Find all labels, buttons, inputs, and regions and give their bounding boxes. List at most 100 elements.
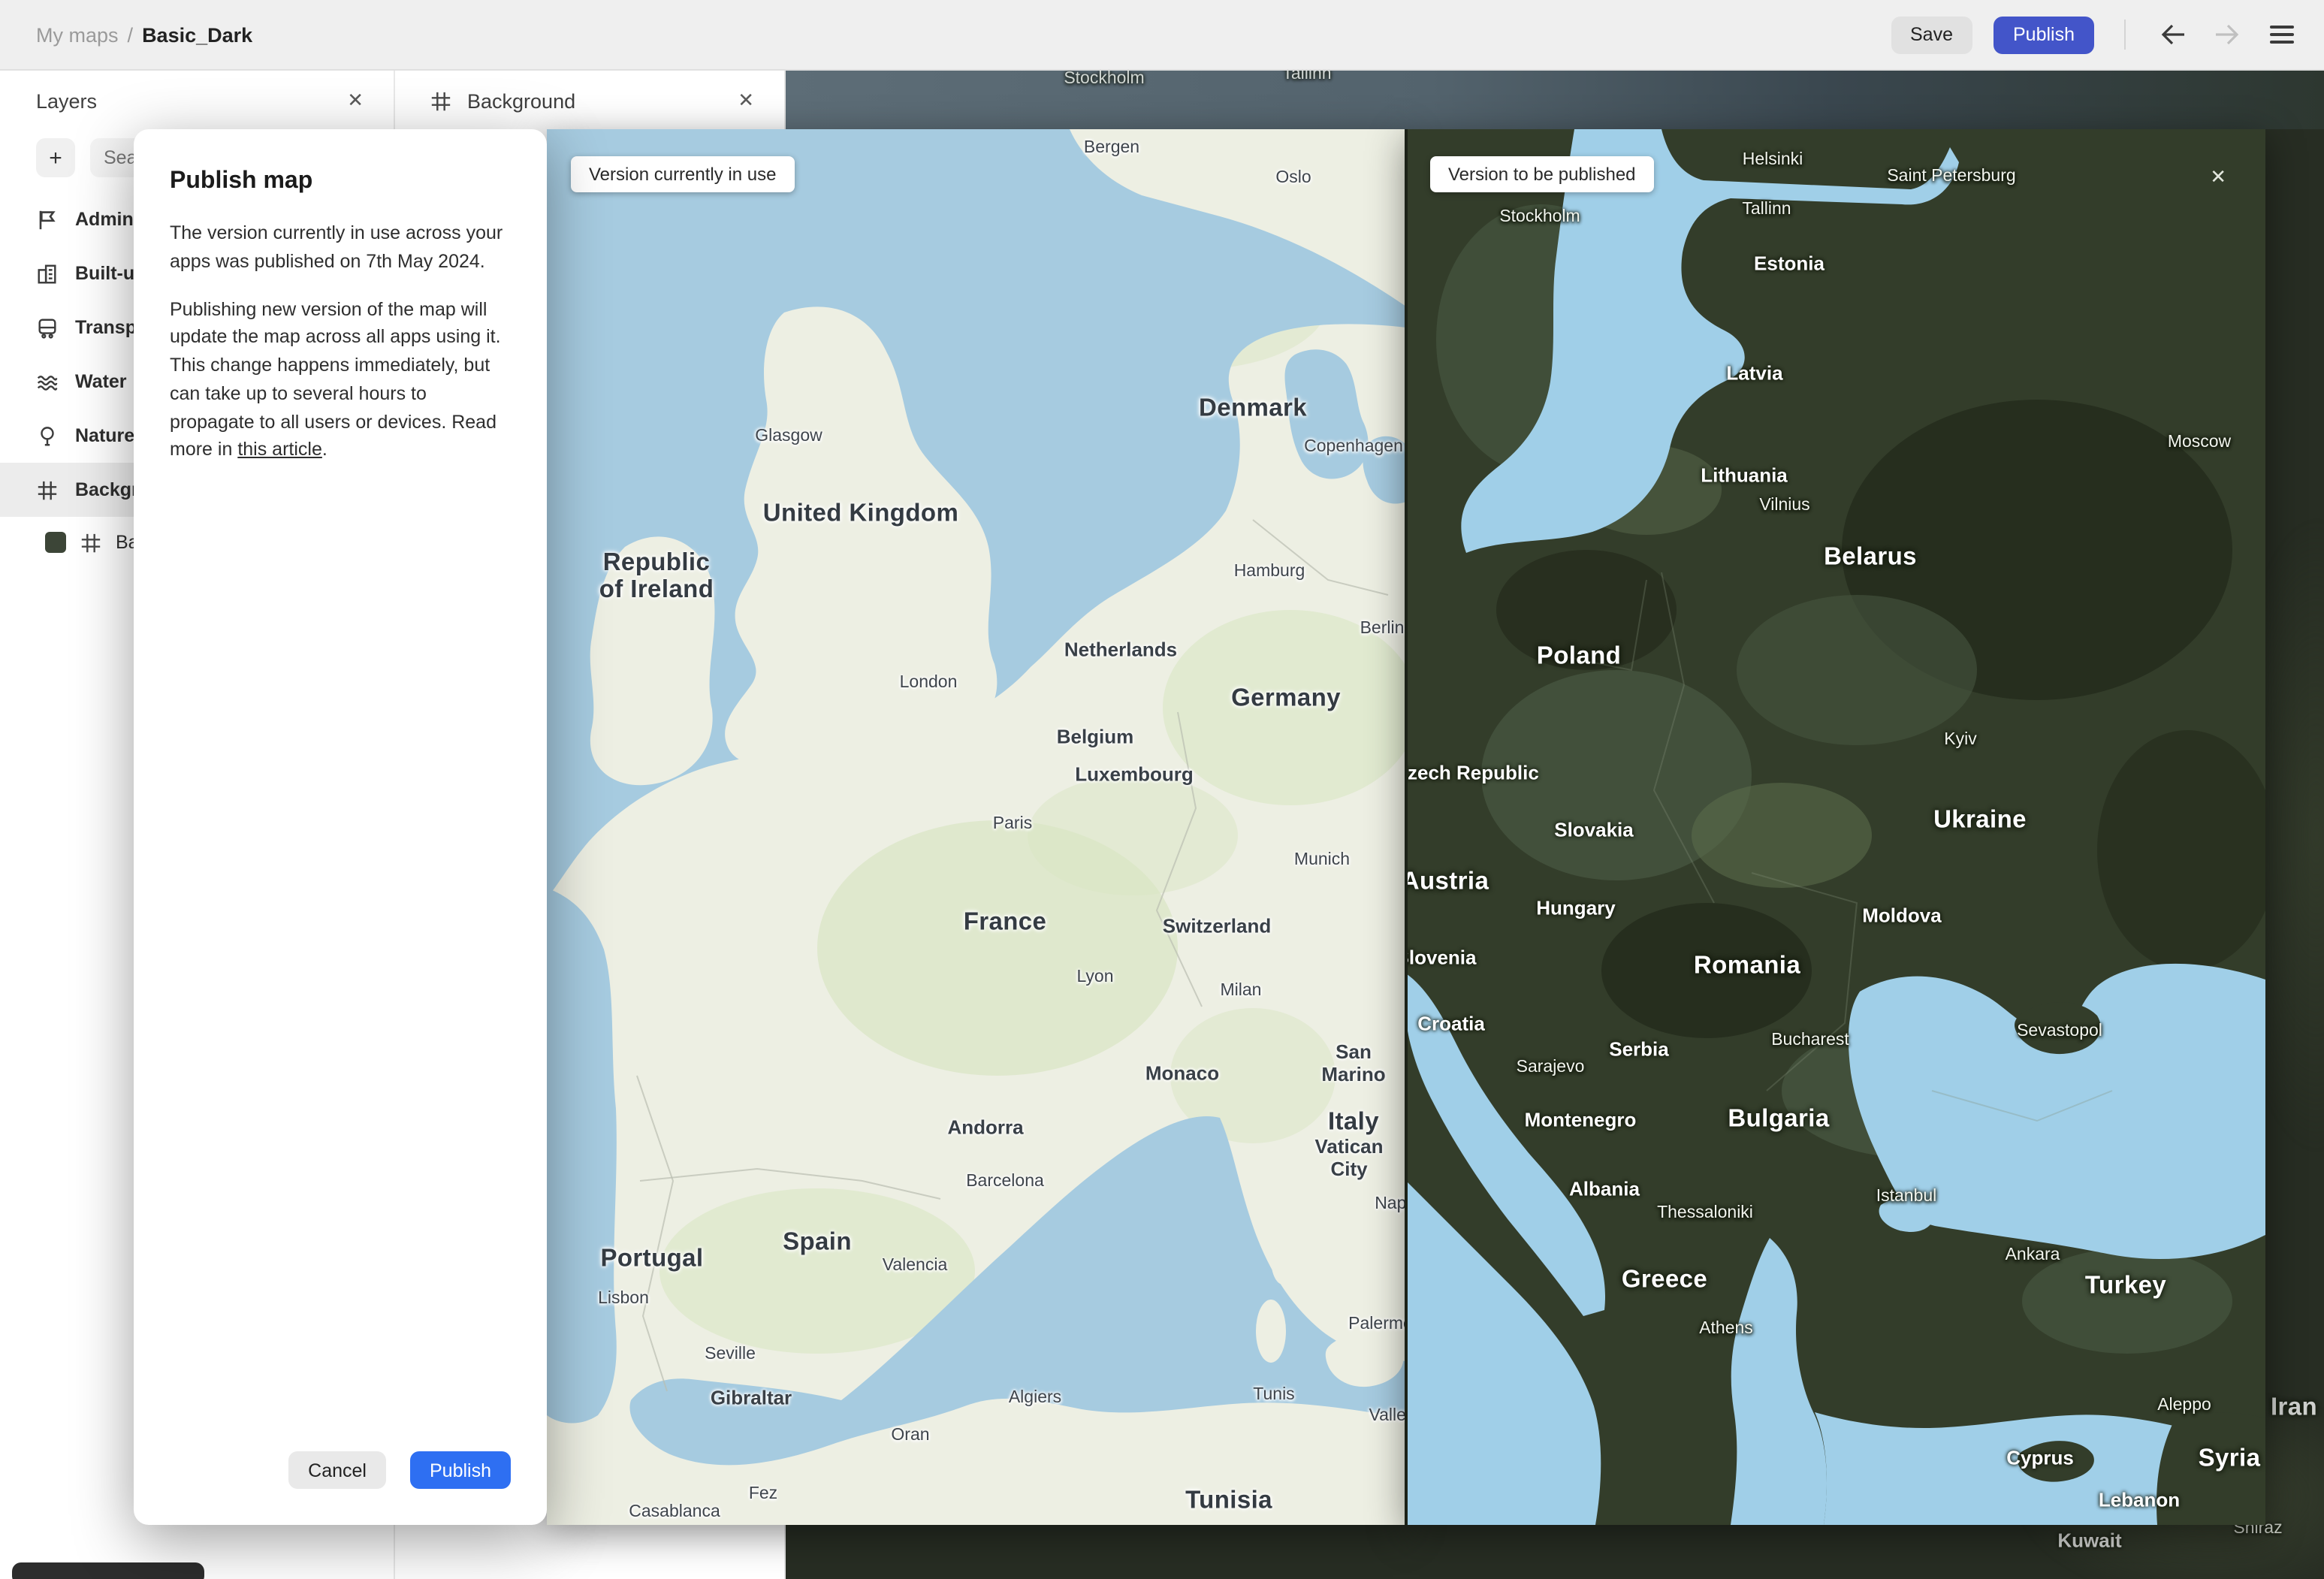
map-label-estonia: Estonia (1754, 252, 1824, 275)
map-label-istanbul: Istanbul (1876, 1188, 1937, 1206)
background-close-icon[interactable]: ✕ (732, 83, 760, 119)
publish-dialog-paragraph-1: The version currently in use across your… (170, 222, 503, 272)
map-label-hungary: Hungary (1536, 896, 1616, 919)
dark-map-labels: Helsinki Saint Petersburg Tallinn Stockholm… (1406, 129, 2265, 1525)
close-compare-button[interactable]: ✕ (2210, 165, 2226, 189)
map-label-germany: Germany (1231, 684, 1341, 712)
map-label-bergen: Bergen (1083, 139, 1140, 158)
cancel-button[interactable]: Cancel (288, 1451, 386, 1489)
map-label-glasgow: Glasgow (755, 427, 822, 446)
grid-icon (80, 531, 102, 554)
map-label-vilnius: Vilnius (1759, 497, 1810, 515)
map-preview-current[interactable]: Bergen Oslo Glasgow Copenhagen Denmark United… (547, 129, 1406, 1525)
map-label-athens: Athens (1699, 1320, 1753, 1339)
map-label-netherlands: Netherlands (1064, 638, 1178, 661)
waves-icon (36, 370, 59, 393)
menu-icon[interactable] (2264, 20, 2300, 50)
map-label-czech-republic: Czech Republic (1406, 761, 1539, 784)
breadcrumb-separator: / (127, 23, 134, 46)
dialog-publish-button[interactable]: Publish (410, 1451, 511, 1489)
map-label-saint-petersburg: Saint Petersburg (1887, 168, 2016, 186)
map-label-sevastopol: Sevastopol (2017, 1022, 2102, 1041)
map-label-barcelona: Barcelona (966, 1173, 1044, 1191)
layer-label: Nature (75, 425, 135, 446)
map-label-montenegro: Montenegro (1524, 1108, 1637, 1131)
map-label-belarus: Belarus (1824, 543, 1917, 571)
map-label-palermo: Palermo (1348, 1315, 1406, 1334)
map-label-spain: Spain (783, 1228, 852, 1256)
undo-back-arrow[interactable] (2156, 18, 2189, 51)
map-label-copenhagen: Copenhagen (1304, 438, 1403, 457)
save-button[interactable]: Save (1891, 16, 1972, 53)
map-label-gibraltar: Gibraltar (710, 1386, 792, 1409)
map-label-bulgaria: Bulgaria (1728, 1105, 1830, 1133)
map-label-algiers: Algiers (1008, 1389, 1062, 1408)
map-label-tunisia: Tunisia (1185, 1487, 1272, 1514)
layer-label: Water (75, 371, 127, 392)
map-label-munich: Munich (1293, 851, 1351, 870)
map-label-austria: Austria (1406, 868, 1489, 895)
map-label-thessaloniki: Thessaloniki (1657, 1204, 1753, 1223)
map-label-slovenia: Slovenia (1406, 946, 1477, 969)
map-label-berlin: Berlin (1360, 620, 1405, 639)
map-label-monaco: Monaco (1145, 1061, 1220, 1085)
bottom-left-control[interactable] (12, 1562, 204, 1579)
compare-divider-handle[interactable] (1405, 129, 1408, 1525)
breadcrumb-my-maps[interactable]: My maps (36, 23, 119, 46)
publish-dialog: Publish map The version currently in use… (134, 129, 547, 1525)
map-label-tallinn: Tallinn (1282, 69, 1332, 84)
version-published-badge: Version to be published (1430, 156, 1654, 192)
map-label-stockholm: Stockholm (1064, 70, 1145, 89)
map-label-switzerland: Switzerland (1162, 914, 1272, 937)
map-label-lebanon: Lebanon (2098, 1488, 2181, 1511)
map-label-albania: Albania (1569, 1177, 1640, 1200)
map-label-fez: Fez (748, 1485, 778, 1504)
map-preview-published[interactable]: Helsinki Saint Petersburg Tallinn Stockholm… (1406, 129, 2265, 1525)
topbar-divider (2124, 20, 2126, 50)
redo-forward-arrow[interactable] (2210, 18, 2243, 51)
map-label-kuwait: Kuwait (2057, 1529, 2122, 1552)
publish-dialog-title: Publish map (170, 168, 313, 194)
map-label-portugal: Portugal (600, 1245, 704, 1273)
top-bar: My maps / Basic_Dark Save Publish (0, 0, 2324, 71)
this-article-link[interactable]: this article (237, 439, 322, 460)
map-label-oran: Oran (891, 1427, 930, 1445)
map-label-denmark: Denmark (1198, 394, 1308, 422)
background-panel-title: Background (467, 89, 576, 112)
layers-panel-title: Layers (36, 89, 98, 112)
map-label-valletta: Valletta (1369, 1407, 1406, 1426)
map-label-casablanca: Casablanca (629, 1503, 720, 1522)
map-label-hamburg: Hamburg (1233, 563, 1305, 581)
map-label-tunis: Tunis (1253, 1386, 1295, 1405)
map-label-poland: Poland (1536, 642, 1622, 670)
layer-color-swatch[interactable] (45, 532, 66, 553)
map-label-ankara: Ankara (2005, 1246, 2060, 1265)
map-label-sarajevo: Sarajevo (1516, 1058, 1585, 1077)
app-window: My maps / Basic_Dark Save Publish Layers… (0, 0, 2324, 1579)
light-map-labels: Bergen Oslo Glasgow Copenhagen Denmark United… (547, 129, 1406, 1525)
map-label-serbia: Serbia (1609, 1037, 1669, 1061)
version-current-badge: Version currently in use (571, 156, 795, 192)
map-label-ukraine: Ukraine (1933, 806, 2027, 834)
map-label-syria: Syria (2198, 1445, 2261, 1472)
map-label-andorra: Andorra (947, 1116, 1024, 1139)
bus-icon (36, 316, 59, 339)
map-label-turkey: Turkey (2084, 1272, 2167, 1300)
map-label-greece: Greece (1621, 1266, 1708, 1294)
map-label-naples: Naples (1375, 1195, 1406, 1214)
map-label-kyiv: Kyiv (1944, 731, 1977, 750)
building-icon (36, 262, 59, 285)
layers-close-icon[interactable]: ✕ (341, 83, 370, 119)
map-label-helsinki: Helsinki (1742, 151, 1803, 170)
map-label-moscow: Moscow (2167, 433, 2232, 452)
map-label-paris: Paris (992, 815, 1033, 834)
add-layer-button[interactable]: + (36, 138, 75, 177)
map-label-san-marino: San Marino (1321, 1040, 1386, 1085)
publish-button[interactable]: Publish (1994, 16, 2094, 53)
map-label-lisbon: Lisbon (598, 1290, 649, 1309)
map-label-cyprus: Cyprus (2006, 1446, 2074, 1469)
map-label-moldova: Moldova (1862, 904, 1942, 927)
map-label-slovakia: Slovakia (1554, 818, 1634, 841)
map-label-republic-of-ireland: Republic of Ireland (599, 549, 714, 604)
map-label-tallinn: Tallinn (1742, 201, 1791, 219)
